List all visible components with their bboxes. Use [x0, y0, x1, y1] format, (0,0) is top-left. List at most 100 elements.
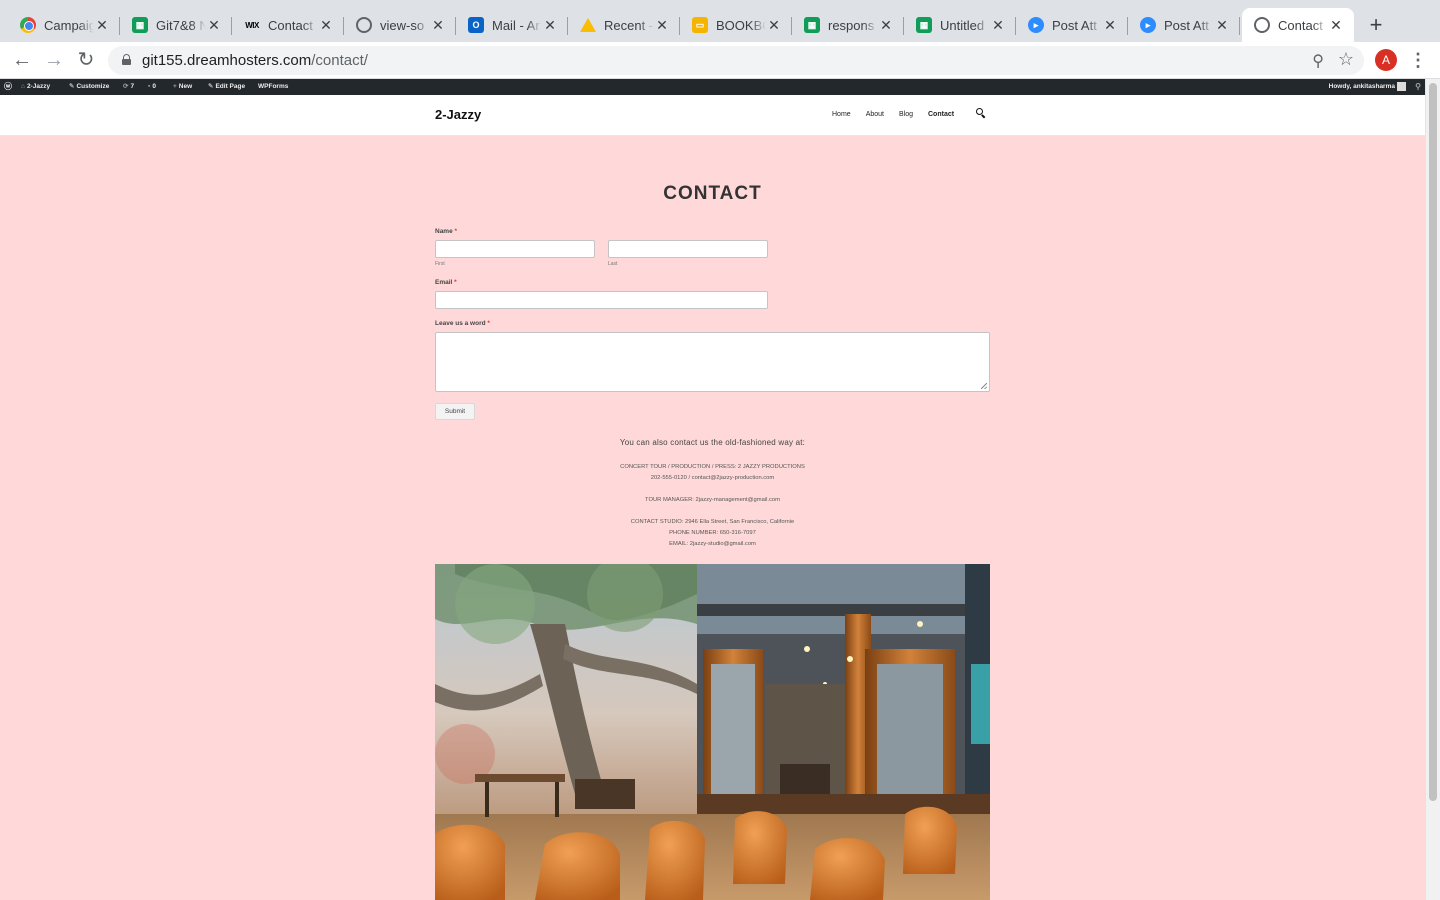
comment-icon: ▪: [148, 83, 151, 90]
close-icon[interactable]: ✕: [542, 17, 558, 33]
zoom-magnifier-icon[interactable]: ⚲: [1312, 51, 1324, 71]
resize-handle-icon[interactable]: [981, 383, 987, 389]
profile-avatar[interactable]: A: [1375, 49, 1397, 71]
updates-icon: ⟳: [123, 83, 129, 90]
lock-icon: [122, 54, 131, 65]
zoom-icon: ▸: [1028, 17, 1044, 33]
close-icon[interactable]: ✕: [766, 17, 782, 33]
browser-tab-active[interactable]: Contact ✕: [1242, 8, 1354, 42]
browser-tab[interactable]: ▸ Post Att ✕: [1128, 8, 1240, 42]
nav-link-contact[interactable]: Contact: [928, 111, 954, 118]
search-icon[interactable]: [976, 108, 986, 119]
home-icon: ⌂: [21, 83, 25, 90]
browser-tab[interactable]: view-so ✕: [344, 8, 456, 42]
brush-icon: ✎: [69, 83, 75, 90]
tab-title: Untitled: [940, 17, 985, 33]
close-icon[interactable]: ✕: [94, 17, 110, 33]
tab-title: Recent -: [604, 17, 654, 33]
admin-wpforms[interactable]: WPForms: [258, 79, 288, 95]
browser-tab[interactable]: ▦ Untitled ✕: [904, 8, 1016, 42]
browser-tab[interactable]: Campaig ✕: [8, 8, 120, 42]
url-path: /contact/: [311, 52, 368, 69]
admin-customize-label: Customize: [76, 83, 110, 90]
site-title[interactable]: 2-Jazzy: [435, 107, 481, 122]
close-icon[interactable]: ✕: [318, 17, 334, 33]
required-mark: *: [487, 320, 490, 327]
admin-updates[interactable]: ⟳ 7: [123, 79, 134, 95]
last-sublabel: Last: [608, 261, 618, 267]
tab-title: view-so: [380, 17, 425, 33]
reload-icon[interactable]: ↻: [72, 46, 100, 74]
admin-search-icon[interactable]: ⚲: [1415, 79, 1421, 95]
slides-icon: ▭: [692, 17, 708, 33]
required-mark: *: [454, 279, 457, 286]
admin-comments-count: 0: [152, 83, 156, 90]
first-name-input[interactable]: [435, 240, 595, 258]
address-bar[interactable]: git155.dreamhosters.com/contact/ ⚲ ☆: [108, 46, 1364, 75]
close-icon[interactable]: ✕: [654, 17, 670, 33]
admin-site-name[interactable]: ⌂ 2-Jazzy: [21, 79, 50, 95]
bookmark-star-icon[interactable]: ☆: [1338, 49, 1354, 70]
browser-tab[interactable]: ▭ BOOKBO ✕: [680, 8, 792, 42]
message-textarea[interactable]: [435, 332, 990, 392]
page-scrollbar[interactable]: [1425, 79, 1440, 900]
chrome-icon: [20, 17, 36, 33]
message-label: Leave us a word *: [435, 320, 490, 327]
last-name-input[interactable]: [608, 240, 768, 258]
nav-link-about[interactable]: About: [866, 111, 884, 118]
nav-link-home[interactable]: Home: [832, 111, 851, 118]
submit-button[interactable]: Submit: [435, 403, 475, 420]
browser-tab[interactable]: ▦ respons ✕: [792, 8, 904, 42]
browser-tab[interactable]: WIX Contact ✕: [232, 8, 344, 42]
name-label-text: Name: [435, 228, 453, 235]
admin-customize[interactable]: ✎ Customize: [69, 79, 109, 95]
browser-tab[interactable]: Recent - ✕: [568, 8, 680, 42]
tab-title: Post Att: [1164, 17, 1209, 33]
admin-new[interactable]: + New: [173, 79, 192, 95]
sheets-icon: ▦: [132, 17, 148, 33]
pencil-icon: ✎: [208, 83, 214, 90]
required-mark: *: [454, 228, 458, 235]
admin-comments[interactable]: ▪ 0: [148, 79, 156, 95]
tab-title: Contact: [268, 17, 313, 33]
back-arrow-icon[interactable]: ←: [8, 46, 36, 74]
nav-link-blog[interactable]: Blog: [899, 111, 913, 118]
new-tab-button[interactable]: +: [1364, 13, 1388, 37]
admin-site-name-label: 2-Jazzy: [26, 83, 51, 90]
close-icon[interactable]: ✕: [206, 17, 222, 33]
close-icon[interactable]: ✕: [878, 17, 894, 33]
email-label-text: Email: [435, 279, 453, 286]
close-icon[interactable]: ✕: [1102, 17, 1118, 33]
wp-admin-bar: ⓦ ⌂ 2-Jazzy ✎ Customize ⟳ 7 ▪ 0 + New ✎ Edit P…: [0, 79, 1425, 95]
contact-info-line: TOUR MANAGER: 2jazzy-management@gmail.co…: [645, 497, 780, 503]
sheets-icon: ▦: [916, 17, 932, 33]
message-label-text: Leave us a word: [435, 320, 486, 327]
site-page: 2-Jazzy Home About Blog Contact CONTACT …: [0, 95, 1425, 900]
close-icon[interactable]: ✕: [1328, 17, 1344, 33]
browser-tab[interactable]: ▸ Post Att ✕: [1016, 8, 1128, 42]
admin-howdy[interactable]: Howdy, ankitasharma: [1329, 79, 1395, 95]
wordpress-logo-icon[interactable]: ⓦ: [4, 79, 12, 95]
browser-tab[interactable]: O Mail - Ar ✕: [456, 8, 568, 42]
email-input[interactable]: [435, 291, 768, 309]
admin-updates-count: 7: [130, 83, 135, 90]
url-text[interactable]: git155.dreamhosters.com/contact/: [142, 52, 368, 69]
forward-arrow-icon[interactable]: →: [40, 46, 68, 74]
contact-info-line: 202-555-0120 / contact@2jazzy-production…: [650, 475, 775, 481]
admin-edit-page[interactable]: ✎ Edit Page: [208, 79, 245, 95]
email-label: Email *: [435, 279, 457, 286]
admin-avatar[interactable]: [1397, 82, 1406, 91]
close-icon[interactable]: ✕: [430, 17, 446, 33]
contact-info-line: CONCERT TOUR / PRODUCTION / PRESS: 2 JAZ…: [620, 464, 805, 470]
browser-tab[interactable]: ▦ Git7&8 N ✕: [120, 8, 232, 42]
menu-dots-icon[interactable]: ⋮: [1408, 47, 1428, 73]
contact-lead: You can also contact us the old-fashione…: [619, 438, 806, 447]
sheets-icon: ▦: [804, 17, 820, 33]
scrollbar-thumb[interactable]: [1429, 83, 1437, 801]
browser-tab-strip: Campaig ✕ ▦ Git7&8 N ✕ WIX Contact ✕ vie…: [0, 0, 1440, 42]
drive-icon: [580, 18, 596, 32]
close-icon[interactable]: ✕: [990, 17, 1006, 33]
page-title: CONTACT: [663, 183, 762, 204]
close-icon[interactable]: ✕: [1214, 17, 1230, 33]
salon-photo-illustration: [435, 564, 990, 900]
